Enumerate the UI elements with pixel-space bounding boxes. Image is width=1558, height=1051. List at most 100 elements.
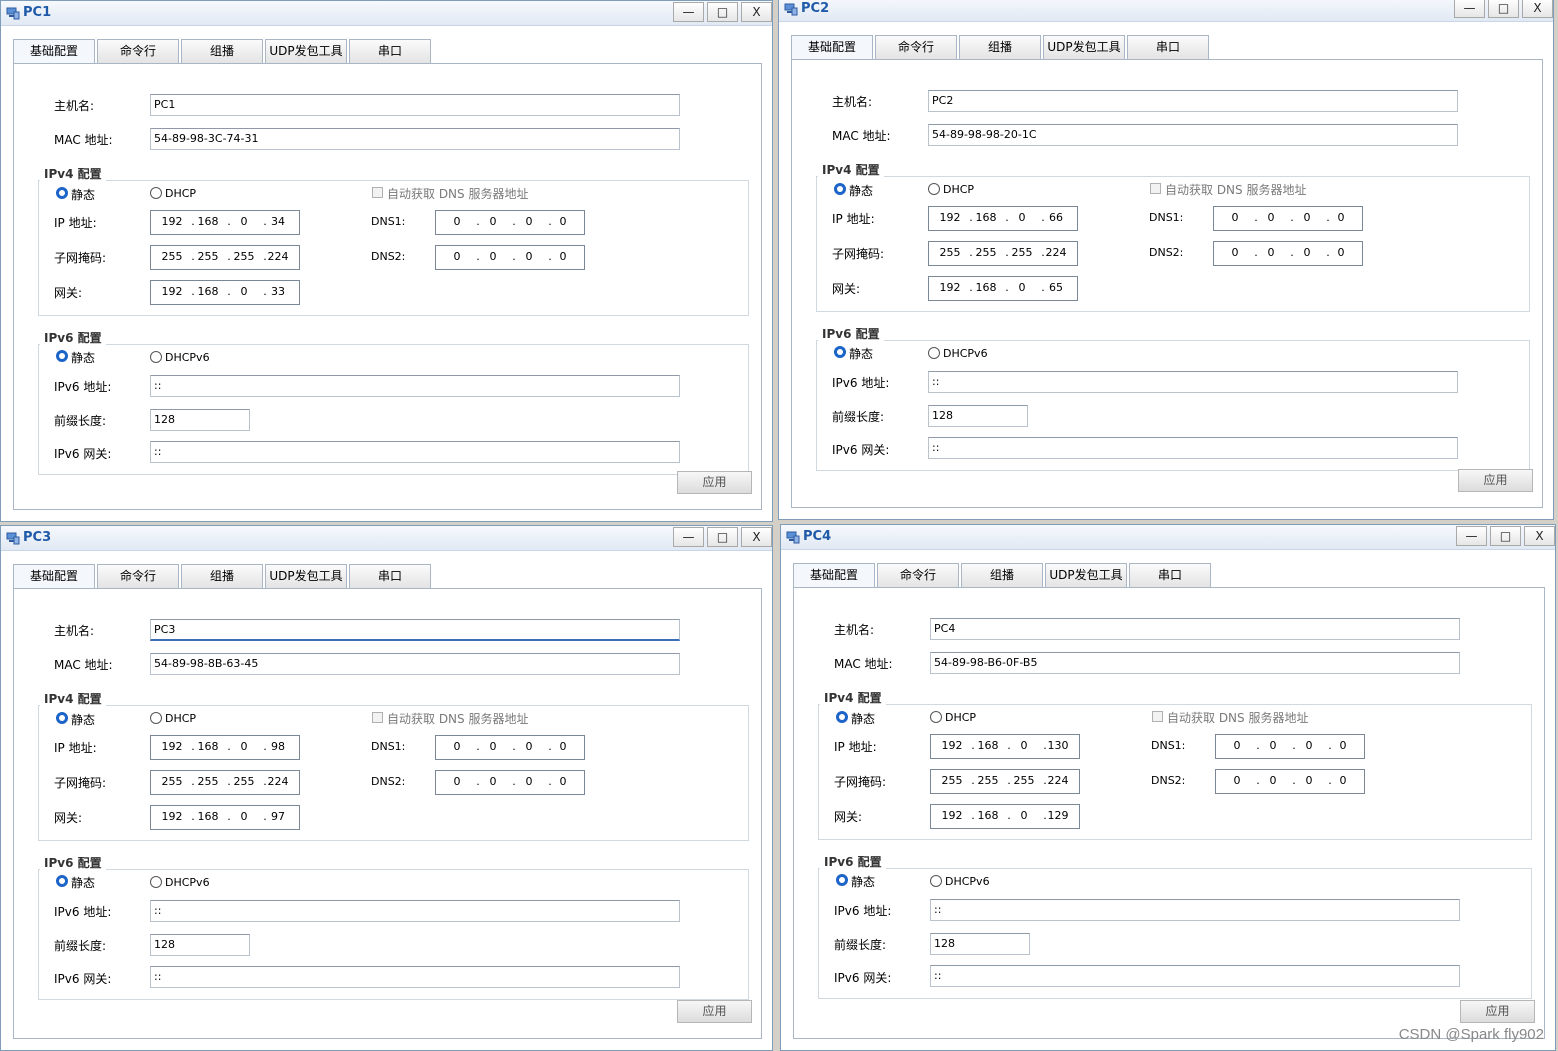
dns2-input-octet-3[interactable]: 0 (1292, 246, 1322, 259)
maximize-button[interactable]: □ (1490, 526, 1521, 546)
gateway-input[interactable]: 192. 168. 0. 129 (930, 804, 1080, 829)
ipv6-gateway-input[interactable]: :: (928, 437, 1458, 459)
auto-dns-checkbox[interactable] (1152, 711, 1163, 722)
dns2-input-octet-2[interactable]: 0 (478, 250, 508, 263)
ipv4-dhcp-radio[interactable] (150, 187, 162, 199)
hostname-input[interactable]: PC1 (150, 94, 680, 116)
subnet-mask-input[interactable]: 255. 255. 255. 224 (150, 770, 300, 795)
dns1-input[interactable]: 0.0.0.0 (1213, 206, 1363, 231)
ipv4-dhcp-radio[interactable] (930, 711, 942, 723)
dns1-input-octet-4[interactable]: 0 (548, 740, 578, 753)
dns2-input-octet-2[interactable]: 0 (478, 775, 508, 788)
gateway-input-octet-3[interactable]: 0 (1007, 281, 1037, 294)
subnet-mask-input-octet-1[interactable]: 255 (157, 775, 187, 788)
gateway-input-octet-3[interactable]: 0 (229, 810, 259, 823)
ipv6-address-input[interactable]: :: (150, 900, 680, 922)
subnet-mask-input[interactable]: 255. 255. 255. 224 (930, 769, 1080, 794)
subnet-mask-input-octet-2[interactable]: 255 (193, 250, 223, 263)
dns2-input-octet-3[interactable]: 0 (514, 775, 544, 788)
minimize-button[interactable]: — (1454, 0, 1485, 18)
ip-address-input[interactable]: 192. 168. 0. 34 (150, 210, 300, 235)
dns2-input-octet-4[interactable]: 0 (1328, 774, 1358, 787)
tab-serial[interactable]: 串口 (349, 39, 431, 63)
subnet-mask-input-octet-3[interactable]: 255 (229, 250, 259, 263)
apply-button[interactable]: 应用 (1460, 1000, 1535, 1023)
maximize-button[interactable]: □ (707, 2, 738, 22)
subnet-mask-input-octet-1[interactable]: 255 (937, 774, 967, 787)
minimize-button[interactable]: — (673, 2, 704, 22)
ip-address-input-octet-3[interactable]: 0 (229, 215, 259, 228)
dns1-input-octet-2[interactable]: 0 (478, 215, 508, 228)
ip-address-input-octet-3[interactable]: 0 (229, 740, 259, 753)
tab-serial[interactable]: 串口 (1127, 35, 1209, 59)
ip-address-input[interactable]: 192. 168. 0. 130 (930, 734, 1080, 759)
ipv6-static-radio[interactable] (834, 346, 846, 358)
tab-udp-tool[interactable]: UDP发包工具 (1043, 35, 1125, 59)
dns1-input-octet-4[interactable]: 0 (1326, 211, 1356, 224)
hostname-input[interactable]: PC4 (930, 618, 1460, 640)
tab-basic-config[interactable]: 基础配置 (793, 563, 875, 587)
prefix-length-input[interactable]: 128 (150, 409, 250, 431)
subnet-mask-input-octet-4[interactable]: 224 (263, 250, 293, 263)
tab-multicast[interactable]: 组播 (181, 39, 263, 63)
ip-address-input-octet-1[interactable]: 192 (157, 215, 187, 228)
gateway-input[interactable]: 192. 168. 0. 97 (150, 805, 300, 830)
ipv6-dhcpv6-radio[interactable] (930, 875, 942, 887)
gateway-input-octet-1[interactable]: 192 (157, 285, 187, 298)
apply-button[interactable]: 应用 (1458, 469, 1533, 492)
dns2-input-octet-1[interactable]: 0 (1220, 246, 1250, 259)
dns2-input[interactable]: 0.0.0.0 (435, 245, 585, 270)
gateway-input-octet-3[interactable]: 0 (229, 285, 259, 298)
subnet-mask-input-octet-4[interactable]: 224 (1041, 246, 1071, 259)
subnet-mask-input-octet-1[interactable]: 255 (935, 246, 965, 259)
close-button[interactable]: X (1522, 0, 1553, 18)
dns2-input-octet-4[interactable]: 0 (548, 250, 578, 263)
ip-address-input[interactable]: 192. 168. 0. 66 (928, 206, 1078, 231)
apply-button[interactable]: 应用 (677, 471, 752, 494)
ipv4-static-radio[interactable] (836, 711, 848, 723)
ip-address-input-octet-1[interactable]: 192 (157, 740, 187, 753)
dns2-input-octet-2[interactable]: 0 (1258, 774, 1288, 787)
ip-address-input-octet-4[interactable]: 34 (263, 215, 293, 228)
tab-command-line[interactable]: 命令行 (97, 39, 179, 63)
gateway-input-octet-4[interactable]: 129 (1043, 809, 1073, 822)
subnet-mask-input[interactable]: 255. 255. 255. 224 (150, 245, 300, 270)
dns1-input[interactable]: 0.0.0.0 (1215, 734, 1365, 759)
ipv4-static-radio[interactable] (56, 712, 68, 724)
subnet-mask-input-octet-3[interactable]: 255 (1007, 246, 1037, 259)
ipv6-address-input[interactable]: :: (928, 371, 1458, 393)
ipv4-static-radio[interactable] (56, 187, 68, 199)
ip-address-input-octet-2[interactable]: 168 (193, 740, 223, 753)
dns2-input[interactable]: 0.0.0.0 (435, 770, 585, 795)
gateway-input-octet-2[interactable]: 168 (193, 810, 223, 823)
mac-input[interactable]: 54-89-98-B6-0F-B5 (930, 652, 1460, 674)
dns1-input-octet-1[interactable]: 0 (442, 215, 472, 228)
close-button[interactable]: X (1524, 526, 1555, 546)
ip-address-input-octet-4[interactable]: 130 (1043, 739, 1073, 752)
tab-command-line[interactable]: 命令行 (875, 35, 957, 59)
dns2-input-octet-1[interactable]: 0 (1222, 774, 1252, 787)
auto-dns-checkbox[interactable] (372, 187, 383, 198)
subnet-mask-input-octet-3[interactable]: 255 (1009, 774, 1039, 787)
dns1-input-octet-4[interactable]: 0 (548, 215, 578, 228)
gateway-input-octet-4[interactable]: 65 (1041, 281, 1071, 294)
dns2-input-octet-2[interactable]: 0 (1256, 246, 1286, 259)
gateway-input[interactable]: 192. 168. 0. 33 (150, 280, 300, 305)
mac-input[interactable]: 54-89-98-98-20-1C (928, 124, 1458, 146)
ipv6-static-radio[interactable] (836, 874, 848, 886)
gateway-input-octet-1[interactable]: 192 (935, 281, 965, 294)
tab-basic-config[interactable]: 基础配置 (13, 39, 95, 63)
hostname-input[interactable]: PC2 (928, 90, 1458, 112)
dns1-input-octet-3[interactable]: 0 (1294, 739, 1324, 752)
tab-multicast[interactable]: 组播 (959, 35, 1041, 59)
dns1-input-octet-3[interactable]: 0 (1292, 211, 1322, 224)
ip-address-input-octet-4[interactable]: 66 (1041, 211, 1071, 224)
dns1-input-octet-3[interactable]: 0 (514, 740, 544, 753)
tab-multicast[interactable]: 组播 (961, 563, 1043, 587)
ip-address-input-octet-1[interactable]: 192 (935, 211, 965, 224)
dns1-input[interactable]: 0.0.0.0 (435, 210, 585, 235)
title-bar[interactable]: PC2 — □ X (779, 0, 1553, 22)
apply-button[interactable]: 应用 (677, 1000, 752, 1023)
ipv6-gateway-input[interactable]: :: (930, 965, 1460, 987)
dns1-input-octet-4[interactable]: 0 (1328, 739, 1358, 752)
